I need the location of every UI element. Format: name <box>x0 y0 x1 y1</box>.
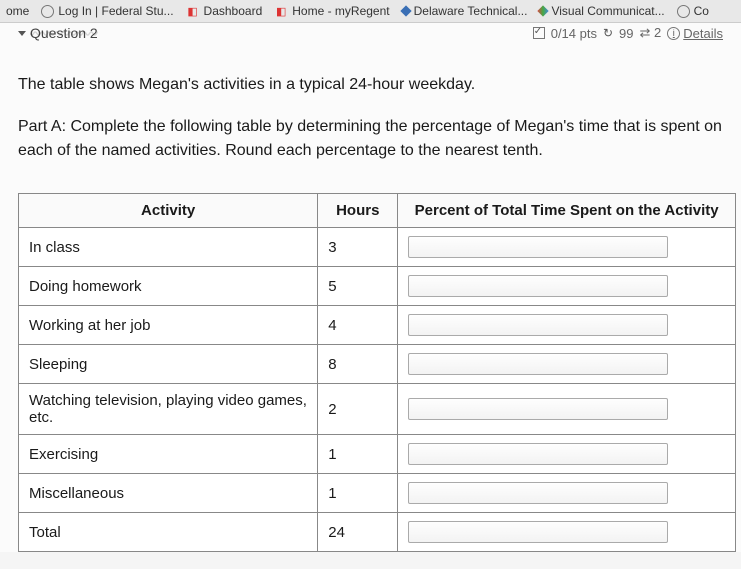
bookmark-federal[interactable]: Log In | Federal Stu... <box>39 4 175 18</box>
hours-cell: 3 <box>318 228 398 267</box>
activity-cell: Doing homework <box>19 267 318 306</box>
activity-cell: Working at her job <box>19 306 318 345</box>
table-row: Doing homework 5 <box>19 267 736 306</box>
percent-input[interactable] <box>408 521 668 543</box>
percent-input[interactable] <box>408 443 668 465</box>
canvas-icon: ◧ <box>186 4 200 18</box>
hours-cell: 1 <box>318 435 398 474</box>
percent-cell <box>398 267 736 306</box>
bookmark-label: Dashboard <box>204 4 263 18</box>
activity-cell: Miscellaneous <box>19 474 318 513</box>
percent-input[interactable] <box>408 275 668 297</box>
bookmark-label: ome <box>6 4 29 18</box>
hours-cell: 2 <box>318 384 398 435</box>
percent-input[interactable] <box>408 398 668 420</box>
table-header-row: Activity Hours Percent of Total Time Spe… <box>19 194 736 228</box>
diamond-icon <box>400 5 411 16</box>
header-percent: Percent of Total Time Spent on the Activ… <box>398 194 736 228</box>
table-row: Watching television, playing video games… <box>19 384 736 435</box>
percent-cell <box>398 345 736 384</box>
info-icon: i <box>667 27 680 40</box>
activity-cell: Watching television, playing video games… <box>19 384 318 435</box>
intro-text: The table shows Megan's activities in a … <box>18 73 723 97</box>
bookmark-dashboard[interactable]: ◧ Dashboard <box>184 4 265 18</box>
hours-cell: 8 <box>318 345 398 384</box>
points-text: 0/14 pts <box>551 26 597 41</box>
details-text: Details <box>683 26 723 41</box>
bookmark-delaware[interactable]: Delaware Technical... <box>400 4 530 18</box>
content-area: Question 2 0/14 pts ↻ 99 �ováním 2 ⇄ 2 i… <box>0 23 741 552</box>
globe-icon <box>677 5 690 18</box>
check-icon <box>533 27 545 39</box>
bookmark-label: Home - myRegent <box>292 4 389 18</box>
percent-input[interactable] <box>408 353 668 375</box>
question-label: Question 2 <box>18 25 98 41</box>
bookmark-label: Delaware Technical... <box>414 4 528 18</box>
header-activity: Activity <box>19 194 318 228</box>
bookmark-home[interactable]: ome <box>4 4 31 18</box>
bookmark-label: Co <box>694 4 709 18</box>
retry-icon[interactable]: ↻ <box>603 26 613 40</box>
table-row: Working at her job 4 <box>19 306 736 345</box>
activity-cell: Total <box>19 513 318 552</box>
tries-combo: ⇄ 2 <box>640 25 662 41</box>
bookmark-myregent[interactable]: ◧ Home - myRegent <box>272 4 391 18</box>
globe-icon <box>41 5 54 18</box>
question-meta: 0/14 pts ↻ 99 �ováním 2 ⇄ 2 i Details <box>533 25 723 41</box>
bookmark-co[interactable]: Co <box>675 4 711 18</box>
activity-table: Activity Hours Percent of Total Time Spe… <box>18 193 736 552</box>
percent-input[interactable] <box>408 236 668 258</box>
table-row: Total 24 <box>19 513 736 552</box>
activity-cell: In class <box>19 228 318 267</box>
details-link[interactable]: i Details <box>667 26 723 41</box>
percent-input[interactable] <box>408 482 668 504</box>
table-row: In class 3 <box>19 228 736 267</box>
percent-cell <box>398 435 736 474</box>
activity-cell: Exercising <box>19 435 318 474</box>
diamond-multi-icon <box>538 5 549 16</box>
question-header: Question 2 0/14 pts ↻ 99 �ováním 2 ⇄ 2 i… <box>18 23 723 45</box>
table-row: Sleeping 8 <box>19 345 736 384</box>
percent-cell <box>398 228 736 267</box>
percent-cell <box>398 474 736 513</box>
percent-cell <box>398 306 736 345</box>
part-a-text: Part A: Complete the following table by … <box>18 115 723 163</box>
bookmark-label: Visual Communicat... <box>551 4 664 18</box>
table-row: Miscellaneous 1 <box>19 474 736 513</box>
attempts-text: 99 <box>619 26 633 41</box>
table-row: Exercising 1 <box>19 435 736 474</box>
percent-cell <box>398 384 736 435</box>
percent-input[interactable] <box>408 314 668 336</box>
regent-icon: ◧ <box>274 4 288 18</box>
activity-cell: Sleeping <box>19 345 318 384</box>
hours-cell: 24 <box>318 513 398 552</box>
bookmark-visual[interactable]: Visual Communicat... <box>537 4 666 18</box>
percent-cell <box>398 513 736 552</box>
question-number: Question 2 <box>30 25 98 41</box>
hours-cell: 5 <box>318 267 398 306</box>
bookmark-bar: ome Log In | Federal Stu... ◧ Dashboard … <box>0 0 741 23</box>
header-hours: Hours <box>318 194 398 228</box>
hours-cell: 4 <box>318 306 398 345</box>
chevron-down-icon[interactable] <box>18 31 26 36</box>
hours-cell: 1 <box>318 474 398 513</box>
bookmark-label: Log In | Federal Stu... <box>58 4 173 18</box>
